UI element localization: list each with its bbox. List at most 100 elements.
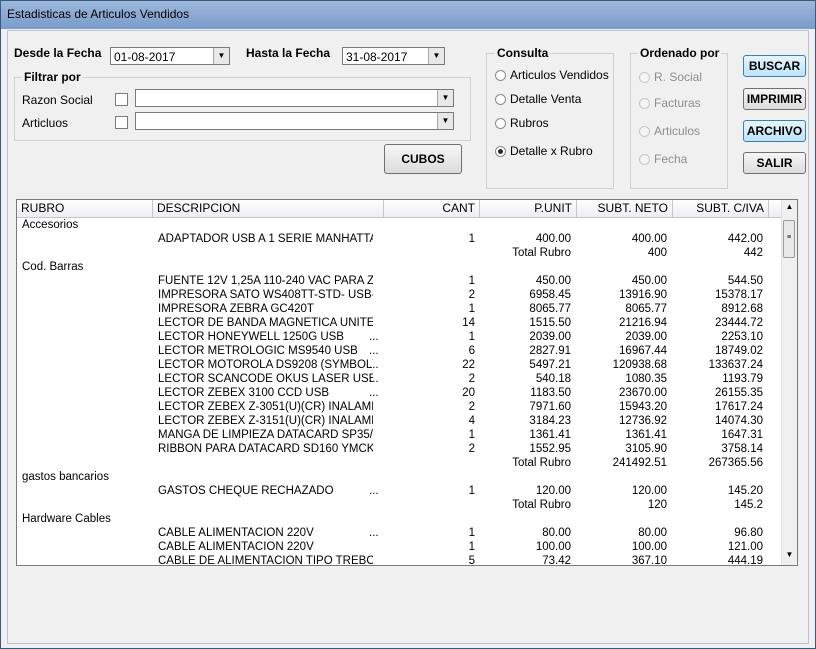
table-row[interactable]: LECTOR METROLOGIC MS9540 USB... 6 2827.91 1… bbox=[17, 344, 783, 358]
table-cell: Total Rubro bbox=[512, 247, 571, 259]
col-header-rubro[interactable]: RUBRO bbox=[17, 200, 153, 217]
table-cell: 1193.79 bbox=[722, 373, 763, 385]
table-cell: 17617.24 bbox=[715, 401, 763, 413]
table-row[interactable]: Hardware Cables bbox=[17, 512, 783, 526]
radio-articulos[interactable] bbox=[639, 126, 650, 137]
table-cell: 1 bbox=[468, 233, 475, 245]
table-cell: 540.18 bbox=[535, 373, 571, 385]
table-cell: 1 bbox=[468, 331, 475, 343]
col-header-descripcion[interactable]: DESCRIPCION bbox=[153, 200, 384, 217]
table-cell: ... bbox=[369, 331, 379, 343]
dropdown-arrow-icon[interactable]: ▼ bbox=[213, 48, 229, 64]
articulos-checkbox[interactable] bbox=[115, 116, 128, 129]
table-cell: 5 bbox=[468, 555, 475, 566]
radio-r-social[interactable] bbox=[639, 72, 650, 83]
table-cell: 1361.41 bbox=[625, 429, 667, 441]
table-cell: 2039.00 bbox=[625, 331, 667, 343]
table-row[interactable]: CABLE DE ALIMENTACION TIPO TREBOL 5 73.42 3… bbox=[17, 554, 783, 566]
consulta-option-label: Rubros bbox=[510, 116, 549, 130]
dropdown-arrow-icon[interactable]: ▼ bbox=[437, 113, 453, 129]
table-cell: 8912.68 bbox=[721, 303, 763, 315]
table-row[interactable]: GASTOS CHEQUE RECHAZADO... 1 120.00 120.00 1… bbox=[17, 484, 783, 498]
table-cell: 26155.35 bbox=[715, 387, 763, 399]
table-row[interactable]: IMPRESORA ZEBRA GC420T 1 8065.77 8065.77 891… bbox=[17, 302, 783, 316]
table-row[interactable]: RIBBON PARA DATACARD SD160 YMCK... 2 1552.… bbox=[17, 442, 783, 456]
table-cell: 241492.51 bbox=[612, 457, 667, 469]
table-row[interactable]: CABLE ALIMENTACION 220V 1 100.00 100.00 121.… bbox=[17, 540, 783, 554]
table-cell: Accesorios bbox=[22, 219, 79, 231]
table-cell: 2827.91 bbox=[529, 345, 571, 357]
table-cell: 1183.50 bbox=[530, 387, 571, 399]
table-row[interactable]: Total Rubro 400 442 bbox=[17, 246, 783, 260]
archivo-button[interactable]: ARCHIVO bbox=[743, 120, 806, 142]
radio-facturas[interactable] bbox=[639, 98, 650, 109]
table-row[interactable]: LECTOR HONEYWELL 1250G USB... 1 2039.00 203… bbox=[17, 330, 783, 344]
table-row[interactable]: Total Rubro 241492.51 267365.56 bbox=[17, 456, 783, 470]
vertical-scrollbar[interactable]: ▲ ≡ ▼ bbox=[781, 200, 797, 565]
radio-detalle-venta[interactable] bbox=[495, 94, 506, 105]
table-cell: 442 bbox=[743, 247, 763, 259]
col-header-subt-iva[interactable]: SUBT. C/IVA bbox=[673, 200, 769, 217]
dropdown-arrow-icon[interactable]: ▼ bbox=[437, 90, 453, 106]
scroll-up-icon[interactable]: ▲ bbox=[782, 202, 797, 211]
radio-articulos-vendidos[interactable] bbox=[495, 70, 506, 81]
desde-fecha-value: 01-08-2017 bbox=[114, 50, 176, 64]
table-cell: 4 bbox=[468, 415, 475, 427]
scroll-down-icon[interactable]: ▼ bbox=[782, 550, 797, 559]
desde-fecha-combo[interactable]: 01-08-2017 ▼ bbox=[110, 47, 230, 65]
radio-rubros[interactable] bbox=[495, 118, 506, 129]
table-row[interactable]: CABLE ALIMENTACION 220V... 1 80.00 80.00 96.… bbox=[17, 526, 783, 540]
table-row[interactable]: FUENTE 12V 1,25A 110-240 VAC PARA Z... 1 4… bbox=[17, 274, 783, 288]
table-cell: Hardware Cables bbox=[22, 513, 111, 525]
table-cell: 1080.35 bbox=[625, 373, 667, 385]
table-cell: 15943.20 bbox=[619, 401, 667, 413]
table-cell: 23444.72 bbox=[715, 317, 763, 329]
table-row[interactable]: gastos bancarios bbox=[17, 470, 783, 484]
table-cell: 267365.56 bbox=[708, 457, 763, 469]
articulos-combo[interactable]: ▼ bbox=[135, 112, 454, 130]
salir-button[interactable]: SALIR bbox=[743, 152, 806, 174]
col-header-subt-neto[interactable]: SUBT. NETO bbox=[577, 200, 673, 217]
dropdown-arrow-icon[interactable]: ▼ bbox=[428, 48, 444, 64]
table-row[interactable]: Accesorios bbox=[17, 218, 783, 232]
table-cell: CABLE DE ALIMENTACION TIPO TREBOL bbox=[158, 555, 373, 566]
table-cell: 73.42 bbox=[542, 555, 571, 566]
col-header-cant[interactable]: CANT bbox=[384, 200, 480, 217]
results-grid[interactable]: RUBRO DESCRIPCION CANT P.UNIT SUBT. NETO… bbox=[16, 199, 798, 566]
table-cell: 8065.77 bbox=[529, 303, 571, 315]
table-row[interactable]: ADAPTADOR USB A 1 SERIE MANHATTA... 1 400.… bbox=[17, 232, 783, 246]
buscar-button[interactable]: BUSCAR bbox=[743, 55, 806, 77]
table-row[interactable]: Total Rubro 120 145.2 bbox=[17, 498, 783, 512]
table-cell: CABLE ALIMENTACION 220V bbox=[158, 527, 314, 539]
table-cell: LECTOR ZEBEX Z-3051(U)(CR) INALAMBR... bbox=[158, 401, 373, 413]
table-cell: 1 bbox=[468, 303, 475, 315]
radio-detalle-x-rubro[interactable] bbox=[495, 146, 506, 157]
title-bar[interactable]: Estadisticas de Articulos Vendidos bbox=[1, 1, 815, 29]
table-cell: 1647.31 bbox=[721, 429, 763, 441]
hasta-fecha-combo[interactable]: 31-08-2017 ▼ bbox=[342, 47, 445, 65]
razon-social-combo[interactable]: ▼ bbox=[135, 89, 454, 107]
table-cell: 400.00 bbox=[535, 233, 571, 245]
table-row[interactable]: LECTOR DE BANDA MAGNETICA UNITEC... 14 151… bbox=[17, 316, 783, 330]
table-cell: 20 bbox=[462, 387, 475, 399]
table-row[interactable]: MANGA DE LIMPIEZA DATACARD SP35/S... 1 136… bbox=[17, 428, 783, 442]
col-header-punit[interactable]: P.UNIT bbox=[480, 200, 577, 217]
table-row[interactable]: LECTOR ZEBEX 3100 CCD USB... 20 1183.50 236… bbox=[17, 386, 783, 400]
table-row[interactable]: LECTOR ZEBEX Z-3051(U)(CR) INALAMBR... 2 7… bbox=[17, 400, 783, 414]
table-cell: 3105.90 bbox=[625, 443, 667, 455]
table-cell: 145.2 bbox=[734, 499, 763, 511]
table-row[interactable]: LECTOR SCANCODE OKUS LASER USB... 2 540.18… bbox=[17, 372, 783, 386]
cubos-button[interactable]: CUBOS bbox=[384, 144, 462, 174]
desde-fecha-label: Desde la Fecha bbox=[14, 46, 102, 60]
table-row[interactable]: IMPRESORA SATO WS408TT-STD- USB- ... 2 695… bbox=[17, 288, 783, 302]
table-cell: 120.00 bbox=[631, 485, 667, 497]
radio-fecha[interactable] bbox=[639, 154, 650, 165]
ordenado-option-label: Fecha bbox=[654, 152, 688, 166]
imprimir-button[interactable]: IMPRIMIR bbox=[743, 88, 806, 110]
table-row[interactable]: LECTOR MOTOROLA DS9208 (SYMBOL)... 22 5497… bbox=[17, 358, 783, 372]
scroll-thumb[interactable]: ≡ bbox=[783, 220, 795, 258]
razon-social-checkbox[interactable] bbox=[115, 93, 128, 106]
table-row[interactable]: Cod. Barras bbox=[17, 260, 783, 274]
table-row[interactable]: LECTOR ZEBEX Z-3151(U)(CR) INALAMBR... 4 3… bbox=[17, 414, 783, 428]
table-cell: ... bbox=[369, 373, 379, 385]
